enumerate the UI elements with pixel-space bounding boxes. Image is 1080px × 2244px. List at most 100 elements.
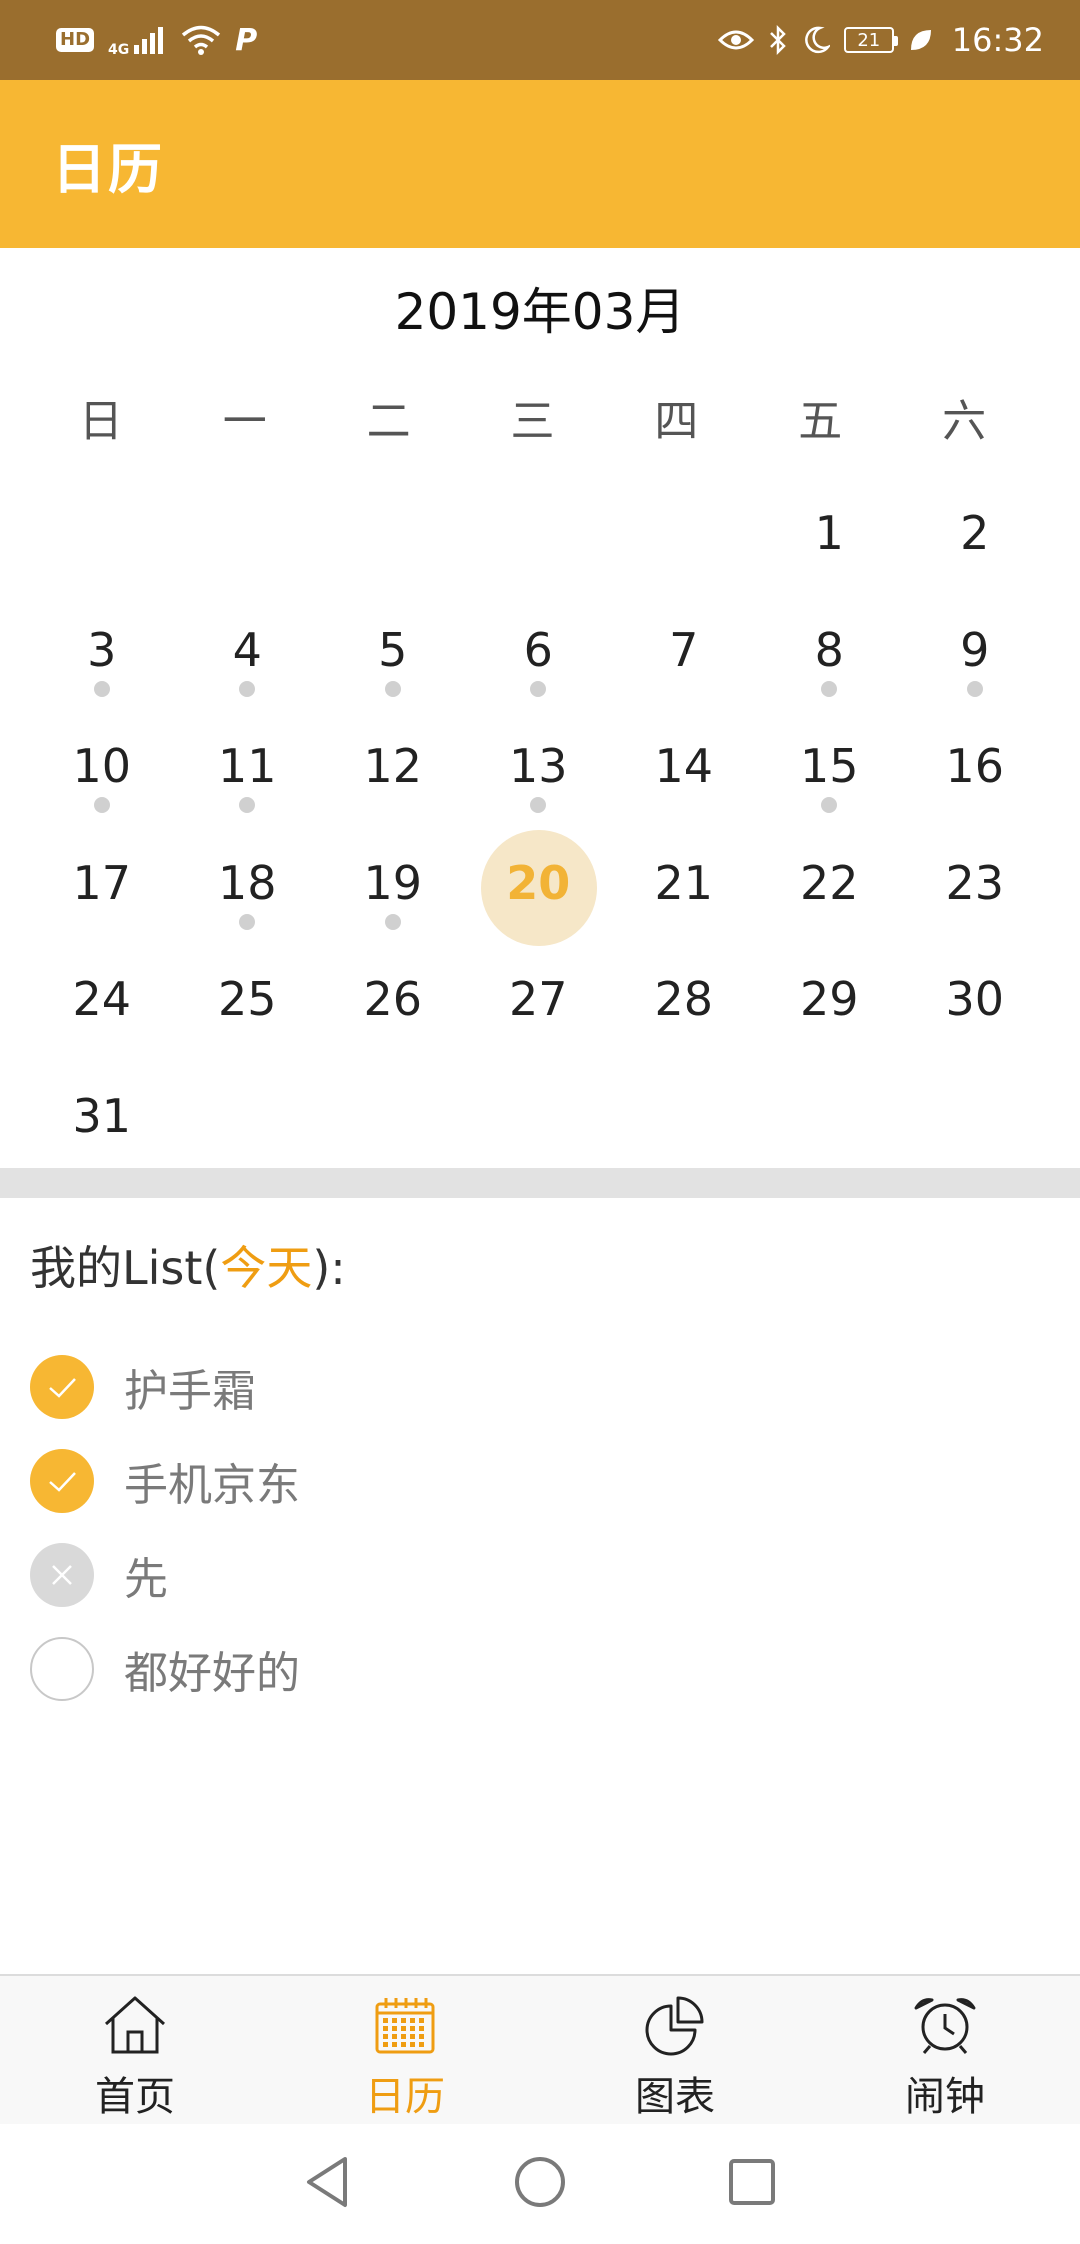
day-cell[interactable]: 27	[466, 942, 612, 1059]
day-cell-empty	[611, 476, 757, 593]
system-navigation-bar	[0, 2124, 1080, 2244]
day-cell-today[interactable]: 20	[466, 826, 612, 946]
recents-icon[interactable]	[727, 2157, 777, 2211]
day-number: 13	[508, 739, 568, 793]
todo-item[interactable]: 手机京东	[30, 1434, 1050, 1528]
day-cell[interactable]: 9	[902, 593, 1048, 710]
day-number: 21	[654, 855, 714, 910]
nav-tab-alarm-clock[interactable]: 闹钟	[810, 1976, 1080, 2124]
day-number: 28	[654, 972, 714, 1026]
day-cell[interactable]: 29	[757, 942, 903, 1059]
day-number: 9	[960, 622, 990, 677]
day-cell[interactable]: 15	[757, 709, 903, 826]
todo-item[interactable]: 先	[30, 1528, 1050, 1622]
nav-tab-home[interactable]: 首页	[0, 1976, 270, 2124]
day-cell[interactable]: 7	[611, 593, 757, 710]
day-cell[interactable]: 6	[466, 593, 612, 710]
unchecked-circle-icon[interactable]	[30, 1637, 94, 1701]
day-cell[interactable]: 21	[611, 826, 757, 943]
day-cell[interactable]: 18	[175, 826, 321, 943]
day-cell[interactable]: 3	[29, 593, 175, 710]
event-dot-indicator	[239, 680, 256, 697]
back-icon[interactable]	[303, 2155, 353, 2213]
day-cell[interactable]: 24	[29, 942, 175, 1059]
wifi-icon	[181, 24, 221, 56]
day-number: 17	[72, 855, 132, 910]
status-left: HD 4G P	[56, 22, 257, 58]
network-type-label: 4G	[108, 42, 130, 58]
day-cell[interactable]: 12	[320, 709, 466, 826]
day-number: 19	[363, 855, 423, 910]
day-number: 1	[814, 506, 844, 560]
weekday-label: 四	[654, 396, 699, 447]
status-right: 21 16:32	[717, 21, 1044, 59]
day-cell[interactable]: 8	[757, 593, 903, 710]
nav-tab-label: 闹钟	[905, 2074, 985, 2120]
nav-tab-pie-chart[interactable]: 图表	[540, 1976, 810, 2124]
day-cell[interactable]: 17	[29, 826, 175, 943]
weekday-label: 日	[78, 396, 123, 447]
day-cell[interactable]: 19	[320, 826, 466, 943]
day-cell[interactable]: 30	[902, 942, 1048, 1059]
day-number: 14	[654, 739, 714, 793]
hd-icon: HD	[56, 28, 95, 52]
day-number: 16	[945, 739, 1005, 793]
day-cell[interactable]: 11	[175, 709, 321, 826]
section-divider	[0, 1168, 1080, 1198]
alarm-clock-icon	[910, 1994, 980, 2060]
checked-circle-icon[interactable]	[30, 1449, 94, 1513]
event-dot-indicator	[384, 913, 401, 930]
checked-circle-icon[interactable]	[30, 1355, 94, 1419]
day-cell-empty	[466, 476, 612, 593]
event-dot-indicator	[239, 797, 256, 813]
weekday-label: 二	[366, 396, 411, 447]
day-number: 10	[72, 739, 132, 793]
eye-icon	[717, 27, 754, 53]
day-number: 20	[506, 855, 571, 910]
day-cell[interactable]: 2	[902, 476, 1048, 593]
event-dot-indicator	[239, 913, 256, 930]
day-cell[interactable]: 5	[320, 593, 466, 710]
day-cell[interactable]: 22	[757, 826, 903, 943]
event-dot-indicator	[966, 680, 983, 697]
todo-item[interactable]: 都好好的	[30, 1622, 1050, 1716]
todo-list: 护手霜手机京东先都好好的	[30, 1340, 1050, 1716]
todo-item[interactable]: 护手霜	[30, 1340, 1050, 1434]
event-dot-indicator	[384, 680, 401, 697]
day-cell[interactable]: 23	[902, 826, 1048, 943]
day-cell[interactable]: 31	[29, 1059, 175, 1176]
day-cell-empty	[320, 476, 466, 593]
home-circle-icon[interactable]	[513, 2155, 567, 2213]
event-dot-indicator	[93, 797, 110, 813]
day-cell[interactable]: 4	[175, 593, 321, 710]
weekday-header: 日一二三四五六	[0, 385, 1080, 447]
day-number: 12	[363, 739, 423, 793]
day-cell[interactable]: 28	[611, 942, 757, 1059]
day-number: 11	[217, 739, 277, 793]
event-dot-indicator	[821, 797, 838, 813]
nav-tab-calendar[interactable]: 日历	[270, 1976, 540, 2124]
day-cell[interactable]: 26	[320, 942, 466, 1059]
todo-label: 手机京东	[124, 1460, 300, 1511]
todo-label: 护手霜	[124, 1366, 256, 1417]
day-cell[interactable]: 16	[902, 709, 1048, 826]
nav-tab-label: 日历	[365, 2074, 445, 2120]
day-cell[interactable]: 10	[29, 709, 175, 826]
day-cell[interactable]: 1	[757, 476, 903, 593]
leaf-icon	[908, 27, 934, 53]
day-cell[interactable]: 13	[466, 709, 612, 826]
day-cell[interactable]: 14	[611, 709, 757, 826]
weekday-label: 五	[798, 396, 843, 447]
signal-icon	[133, 25, 167, 55]
cancelled-circle-icon[interactable]	[30, 1543, 94, 1607]
bluetooth-icon	[768, 24, 788, 56]
nav-tab-label: 图表	[635, 2074, 715, 2120]
day-number: 4	[232, 622, 262, 677]
nav-tab-label: 首页	[95, 2074, 175, 2120]
day-cell[interactable]: 25	[175, 942, 321, 1059]
day-number: 7	[669, 622, 699, 677]
day-number: 22	[799, 855, 859, 910]
status-bar: HD 4G P 21 16:32	[0, 0, 1080, 80]
day-number: 26	[363, 972, 423, 1026]
day-number: 3	[87, 622, 117, 677]
